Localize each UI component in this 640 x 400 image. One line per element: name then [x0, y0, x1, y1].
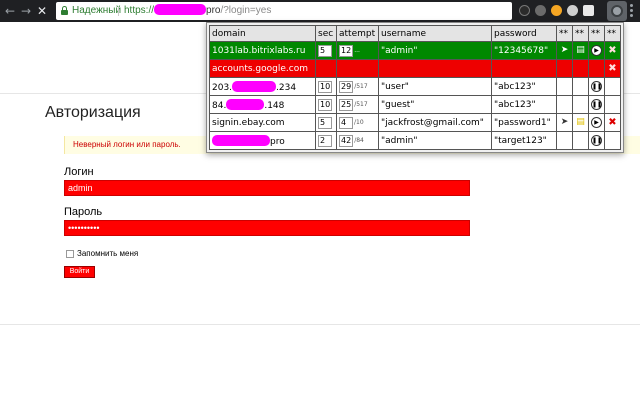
col-attempt: attempt [336, 25, 379, 42]
note-icon[interactable]: ▤ [575, 45, 586, 56]
username-cell [378, 59, 492, 78]
username-cell: "user" [378, 77, 492, 96]
password-cell: "abc123" [491, 77, 557, 96]
domain-cell: 203. .234 [209, 77, 316, 96]
cursor-icon[interactable]: ➤ [559, 45, 570, 56]
table-header: domain sec attempt username password ** … [209, 25, 621, 42]
table-row: 1031lab.bitrixlabs.ru 5 12... "admin" "1… [209, 41, 621, 60]
table-row: 84. .148 10 25/517 "guest" "abc123" ❚❚ [209, 95, 621, 114]
sec-input[interactable]: 5 [318, 44, 332, 57]
url-text: https://pro/?login=yes [124, 4, 272, 16]
play-icon[interactable]: ▶ [591, 117, 602, 128]
password-cell [491, 59, 557, 78]
username-cell: "jackfrost@gmail.com" [378, 113, 492, 132]
col-domain: domain [209, 25, 316, 42]
bruteforce-extension-icon[interactable] [607, 1, 627, 21]
extension-icon-2[interactable] [535, 5, 546, 16]
attempt-input[interactable]: 4 [339, 116, 353, 129]
sec-input[interactable]: 10 [318, 80, 333, 93]
domain-cell: 84. .148 [209, 95, 316, 114]
browser-toolbar: ← → ✕ Надежный https://pro/?login=yes ☆ [0, 0, 640, 22]
col-action-1: ** [556, 25, 573, 42]
credentials-table: domain sec attempt username password ** … [209, 25, 621, 150]
col-action-2: ** [572, 25, 589, 42]
back-icon[interactable]: ← [2, 3, 18, 19]
domain-cell: accounts.google.com [209, 59, 316, 78]
pause-icon[interactable]: ❚❚ [591, 135, 602, 146]
table-row: signin.ebay.com 5 4/10 "jackfrost@gmail.… [209, 113, 621, 132]
domain-cell: 1031lab.bitrixlabs.ru [209, 41, 316, 60]
sec-input[interactable]: 2 [318, 134, 332, 147]
remember-label: Запомнить меня [77, 249, 139, 258]
extension-icon-5[interactable] [583, 5, 594, 16]
redacted-ip [226, 98, 265, 110]
col-password: password [491, 25, 557, 42]
play-icon[interactable]: ▶ [591, 45, 602, 56]
delete-icon[interactable]: ✖ [607, 117, 618, 128]
col-action-3: ** [588, 25, 605, 42]
attempt-cell: 29/517 [336, 77, 379, 96]
extension-icon-4[interactable] [567, 5, 578, 16]
table-row: 203. .234 10 29/517 "user" "abc123" ❚❚ [209, 77, 621, 96]
pause-icon[interactable]: ❚❚ [591, 99, 602, 110]
sec-cell: 5 [315, 113, 337, 132]
secure-label: Надежный [72, 5, 122, 16]
attempt-cell: 42/84 [336, 131, 379, 150]
attempt-input[interactable]: 25 [339, 98, 354, 111]
col-sec: sec [315, 25, 337, 42]
table-row: pro 2 42/84 "admin" "target123" ❚❚ [209, 131, 621, 150]
username-cell: "admin" [378, 131, 492, 150]
note-icon[interactable]: ▤ [575, 117, 586, 128]
delete-icon[interactable]: ✖ [607, 45, 618, 56]
attempt-input[interactable]: 12 [339, 44, 354, 57]
attempt-cell: 4/10 [336, 113, 379, 132]
sec-cell: 10 [315, 77, 337, 96]
password-cell: "password1" [491, 113, 557, 132]
page-title: Авторизация [45, 104, 141, 121]
address-bar[interactable]: Надежный https://pro/?login=yes ☆ [56, 2, 512, 20]
lock-icon [61, 6, 68, 15]
password-cell: "12345678" [491, 41, 557, 60]
username-cell: "guest" [378, 95, 492, 114]
redacted-host [154, 4, 207, 15]
bruteforce-popup: domain sec attempt username password ** … [206, 22, 624, 153]
attempt-input[interactable]: 29 [339, 80, 354, 93]
stop-icon[interactable]: ✕ [34, 3, 50, 19]
sec-input[interactable]: 5 [318, 116, 332, 129]
redacted-ip [232, 80, 277, 92]
delete-icon[interactable]: ✖ [607, 63, 618, 74]
login-input[interactable]: admin [64, 180, 470, 196]
col-action-4: ** [604, 25, 621, 42]
table-row: accounts.google.com ✖ [209, 59, 621, 78]
sec-cell: 10 [315, 95, 337, 114]
col-username: username [378, 25, 492, 42]
forward-icon[interactable]: → [18, 3, 34, 19]
extension-icon-3[interactable] [551, 5, 562, 16]
domain-cell: pro [209, 131, 316, 150]
browser-menu-icon[interactable] [630, 4, 633, 17]
extension-icon-1[interactable] [519, 5, 530, 16]
attempt-cell: 25/517 [336, 95, 379, 114]
attempt-cell [336, 59, 379, 78]
attempt-input[interactable]: 42 [339, 134, 354, 147]
sec-input[interactable]: 10 [318, 98, 333, 111]
sec-cell: 5 [315, 41, 337, 60]
sec-cell [315, 59, 337, 78]
password-label: Пароль [64, 206, 103, 218]
username-cell: "admin" [378, 41, 492, 60]
cursor-icon[interactable]: ➤ [559, 117, 570, 128]
login-label: Логин [64, 166, 94, 178]
attempt-cell: 12... [336, 41, 379, 60]
pause-icon[interactable]: ❚❚ [591, 81, 602, 92]
password-input[interactable]: •••••••••• [64, 220, 470, 236]
password-cell: "abc123" [491, 95, 557, 114]
password-cell: "target123" [491, 131, 557, 150]
redacted-host [212, 134, 270, 146]
remember-checkbox[interactable] [66, 250, 74, 258]
divider [0, 324, 640, 325]
sec-cell: 2 [315, 131, 337, 150]
submit-button[interactable]: Войти [64, 266, 95, 278]
domain-cell: signin.ebay.com [209, 113, 316, 132]
